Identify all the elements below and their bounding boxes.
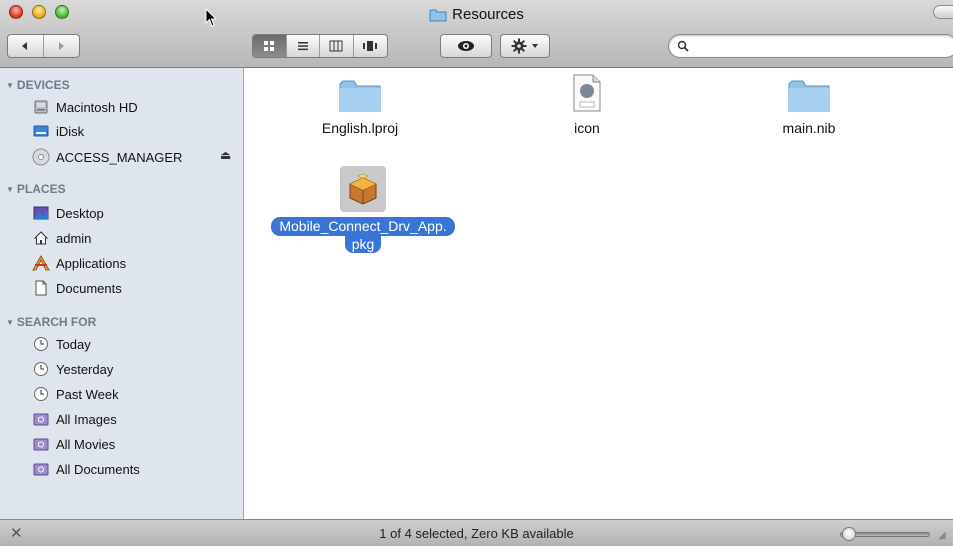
sidebar-item-desktop[interactable]: Desktop: [32, 202, 104, 224]
sidebar-item-label: admin: [56, 230, 92, 246]
disclosure-triangle-icon: ▼: [6, 80, 14, 90]
eye-icon: [458, 41, 474, 51]
file-item-english-lproj[interactable]: English.lproj: [300, 78, 420, 136]
icon-view-button[interactable]: [253, 35, 287, 57]
clock-icon: [32, 385, 50, 403]
window-title: Resources: [452, 6, 524, 23]
section-heading: PLACES: [16, 182, 66, 196]
file-browser-pane: English.lproj icon main.nib Mobile_Conne…: [245, 68, 953, 519]
mouse-cursor-icon: [205, 8, 218, 27]
toolbar-toggle-button[interactable]: [933, 5, 953, 19]
sidebar-item-label: Applications: [56, 255, 127, 271]
section-heading: DEVICES: [16, 78, 70, 92]
home-icon: [32, 229, 50, 247]
file-name-line2: pkg: [344, 236, 382, 253]
forward-arrow-icon: [59, 42, 65, 50]
smart-folder-icon: [32, 410, 50, 428]
folder-icon: [339, 80, 381, 112]
smart-folder-icon: [32, 435, 50, 453]
documents-icon: [32, 279, 50, 297]
sidebar-item-label: All Images: [56, 411, 117, 427]
sidebar-section-places[interactable]: ▼ PLACES: [6, 182, 66, 196]
sidebar-item-label: Documents: [56, 280, 122, 296]
sidebar-item-all-documents[interactable]: All Documents: [32, 458, 140, 480]
search-icon: [677, 40, 689, 52]
sidebar-section-devices[interactable]: ▼ DEVICES: [6, 78, 70, 92]
sidebar-item-label: Past Week: [56, 386, 119, 402]
forward-button[interactable]: [44, 35, 80, 57]
sidebar-item-access-manager[interactable]: ACCESS_MANAGER: [32, 146, 182, 168]
cd-disc-icon: [32, 148, 50, 166]
column-view-icon: [329, 40, 343, 52]
icns-file-icon: [573, 74, 601, 112]
clock-icon: [32, 335, 50, 353]
resize-grip-icon[interactable]: ◢: [938, 530, 946, 541]
idisk-icon: [32, 122, 50, 140]
clock-icon: [32, 360, 50, 378]
column-view-button[interactable]: [320, 35, 354, 57]
file-item-mobile-connect-pkg[interactable]: Mobile_Connect_Drv_App. pkg: [253, 166, 473, 253]
sidebar-item-applications[interactable]: Applications: [32, 252, 126, 274]
sidebar-item-macintosh-hd[interactable]: Macintosh HD: [32, 96, 138, 118]
applications-icon: [32, 254, 50, 272]
search-field[interactable]: [668, 34, 953, 58]
sidebar-item-label: Today: [56, 336, 91, 352]
selection-highlight: [340, 166, 386, 212]
sidebar-item-admin[interactable]: admin: [32, 227, 91, 249]
list-view-icon: [297, 42, 308, 51]
sidebar-item-idisk[interactable]: iDisk: [32, 120, 84, 142]
sidebar: ▼ DEVICES Macintosh HD iDisk ACCESS_MANA…: [0, 68, 244, 519]
desktop-icon: [32, 204, 50, 222]
disclosure-triangle-icon: ▼: [6, 317, 14, 327]
sidebar-section-search-for[interactable]: ▼ SEARCH FOR: [6, 315, 96, 329]
eject-icon[interactable]: ⏏: [220, 148, 231, 162]
icon-view-icon: [264, 41, 275, 51]
file-item-main-nib[interactable]: main.nib: [749, 78, 869, 136]
chevron-down-icon: [532, 44, 538, 48]
status-text: 1 of 4 selected, Zero KB available: [379, 526, 574, 541]
sidebar-item-past-week[interactable]: Past Week: [32, 383, 119, 405]
disclosure-triangle-icon: ▼: [6, 184, 14, 194]
sidebar-item-label: Macintosh HD: [56, 99, 138, 115]
cover-flow-view-icon: [363, 41, 378, 51]
window-toolbar: Resources: [0, 0, 953, 68]
back-button[interactable]: [8, 35, 44, 57]
sidebar-item-label: iDisk: [56, 123, 85, 139]
smart-folder-icon: [32, 460, 50, 478]
sidebar-item-label: All Movies: [56, 436, 116, 452]
sidebar-item-all-images[interactable]: All Images: [32, 408, 117, 430]
file-name: main.nib: [782, 120, 836, 136]
hard-drive-icon: [32, 98, 50, 116]
file-name-line1: Mobile_Connect_Drv_App.: [271, 217, 455, 236]
quick-look-button[interactable]: [440, 34, 492, 58]
back-forward-control: [7, 34, 80, 58]
icon-size-slider-knob[interactable]: [842, 527, 856, 541]
action-menu-button[interactable]: [500, 34, 550, 58]
status-bar: ✕ 1 of 4 selected, Zero KB available ◢: [0, 519, 953, 546]
file-item-icon[interactable]: icon: [527, 74, 647, 136]
folder-icon: [429, 8, 447, 22]
sidebar-item-label: All Documents: [56, 461, 140, 477]
sidebar-item-label: ACCESS_MANAGER: [56, 149, 183, 165]
view-mode-control: [252, 34, 388, 58]
sidebar-item-label: Desktop: [56, 205, 104, 221]
folder-icon: [788, 80, 830, 112]
gear-icon: [511, 38, 527, 54]
sidebar-item-all-movies[interactable]: All Movies: [32, 433, 115, 455]
title-bar: Resources: [0, 6, 953, 26]
sidebar-item-label: Yesterday: [56, 361, 114, 377]
section-heading: SEARCH FOR: [16, 315, 97, 329]
file-name: icon: [574, 120, 600, 136]
cover-flow-view-button[interactable]: [354, 35, 387, 57]
search-input[interactable]: [695, 38, 935, 54]
list-view-button[interactable]: [287, 35, 320, 57]
file-name: English.lproj: [321, 120, 399, 136]
back-arrow-icon: [22, 42, 28, 50]
package-icon: [349, 174, 377, 205]
sidebar-item-documents[interactable]: Documents: [32, 277, 122, 299]
sidebar-item-yesterday[interactable]: Yesterday: [32, 358, 113, 380]
sidebar-item-today[interactable]: Today: [32, 333, 91, 355]
